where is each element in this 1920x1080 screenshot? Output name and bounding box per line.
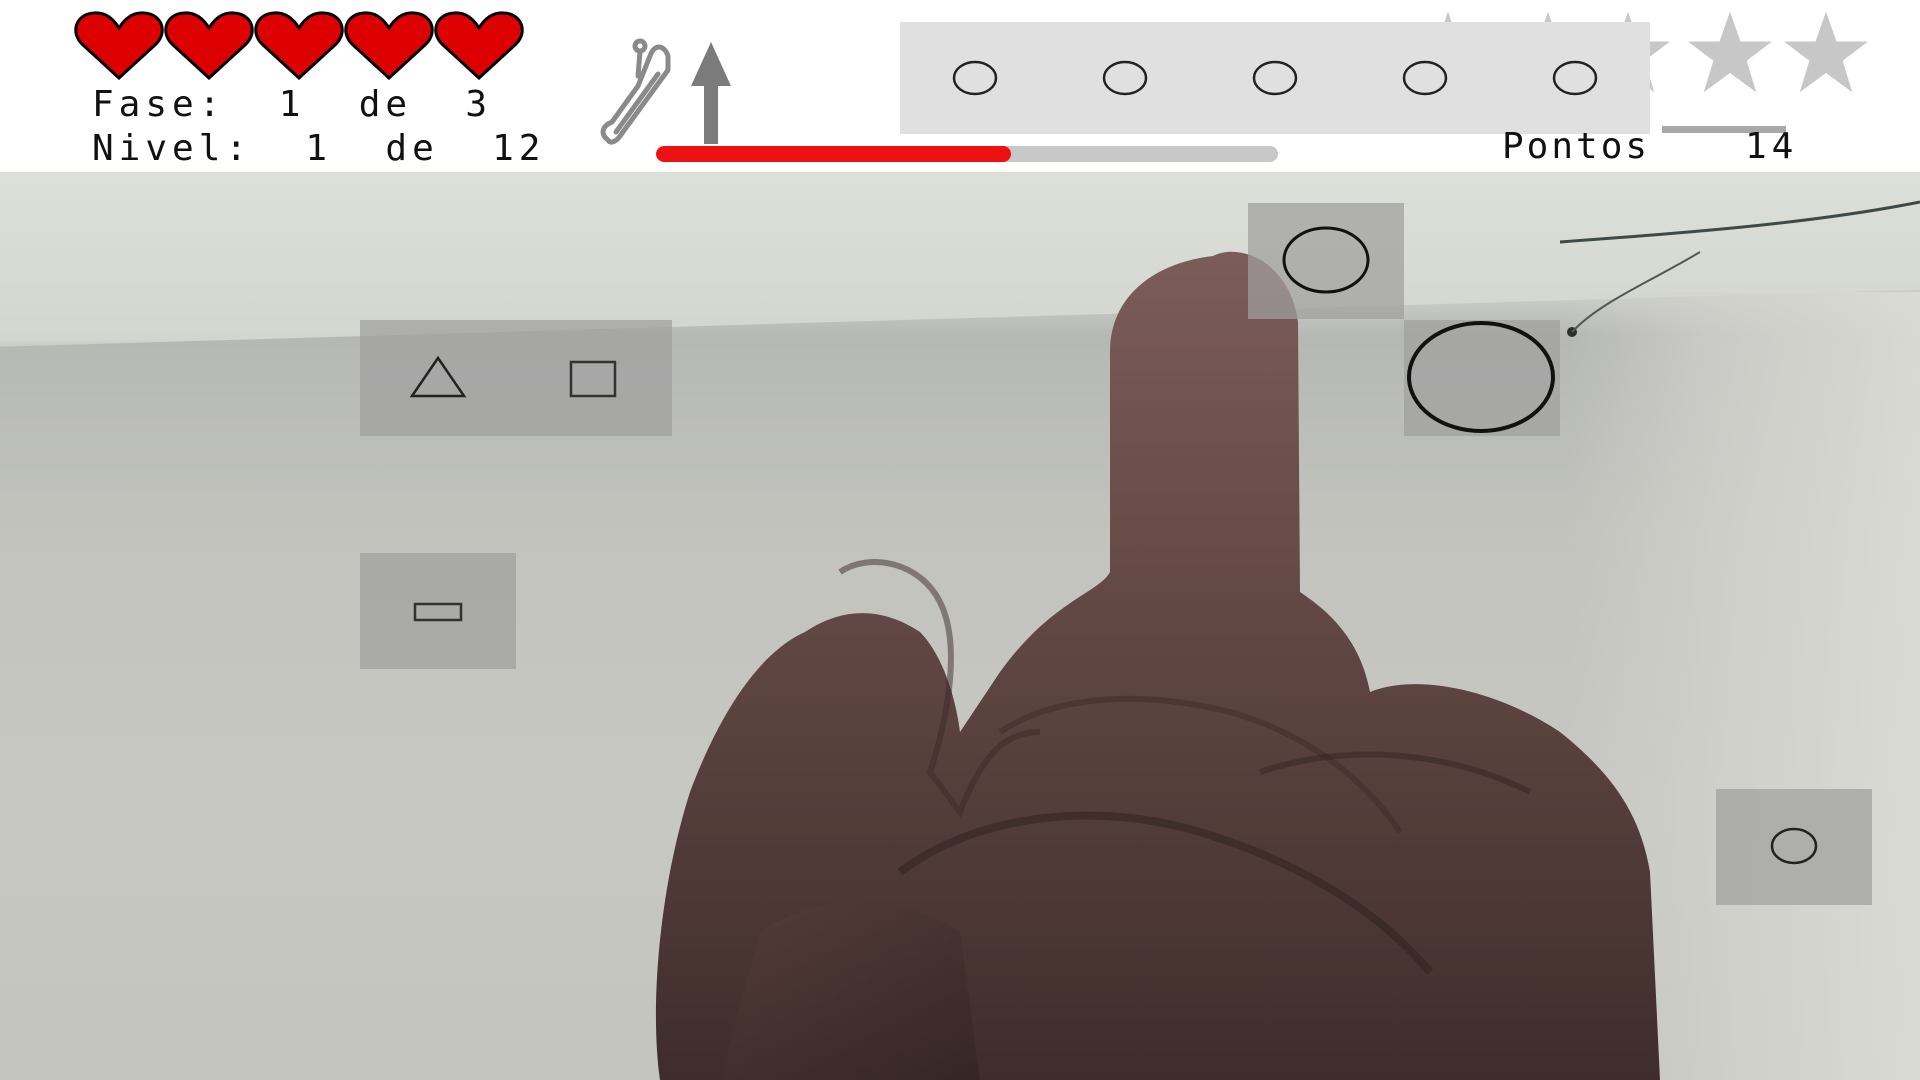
- sequence-circle-icon: [1102, 60, 1148, 96]
- sequence-circle-icon: [1552, 60, 1598, 96]
- circle-small-shape: [1770, 827, 1818, 865]
- heart-icon: [344, 11, 434, 80]
- score-label: Pontos: [1502, 126, 1651, 167]
- lives-indicator: [74, 10, 524, 80]
- heart-icon: [164, 11, 254, 80]
- sequence-circle-icon: [1402, 60, 1448, 96]
- heart-icon: [254, 11, 344, 80]
- rectangle-shape: [413, 602, 463, 622]
- heart-icon: [74, 11, 164, 80]
- level-progress-bar: [656, 146, 1278, 162]
- circle-large-shape: [1407, 321, 1555, 433]
- game-hud: Fase: 1 de 3 Nivel: 1 de 12 Pontos 14: [0, 0, 1920, 172]
- target-circle-small[interactable]: [1716, 789, 1872, 905]
- triangle-square-shape: [409, 355, 617, 398]
- shape-sequence-panel: [900, 22, 1650, 134]
- escalator-up-icon: [600, 38, 731, 145]
- target-circle-top[interactable]: [1248, 203, 1404, 319]
- camera-feed: [0, 172, 1920, 1080]
- score-value: 14: [1745, 126, 1799, 167]
- circle-shape: [1282, 226, 1370, 294]
- sequence-circle-icon: [1252, 60, 1298, 96]
- target-rectangle[interactable]: [360, 553, 516, 669]
- target-circle-large[interactable]: [1404, 320, 1560, 436]
- hand-image: [655, 200, 1920, 1080]
- phase-label: Fase: 1 de 3: [92, 84, 493, 125]
- level-progress-fill: [656, 146, 1011, 162]
- level-label: Nivel: 1 de 12: [92, 128, 546, 169]
- sequence-circle-icon: [952, 60, 998, 96]
- heart-icon: [434, 11, 524, 80]
- star-icon: [1688, 11, 1772, 93]
- star-icon: [1784, 11, 1868, 93]
- target-triangle-square[interactable]: [360, 320, 672, 436]
